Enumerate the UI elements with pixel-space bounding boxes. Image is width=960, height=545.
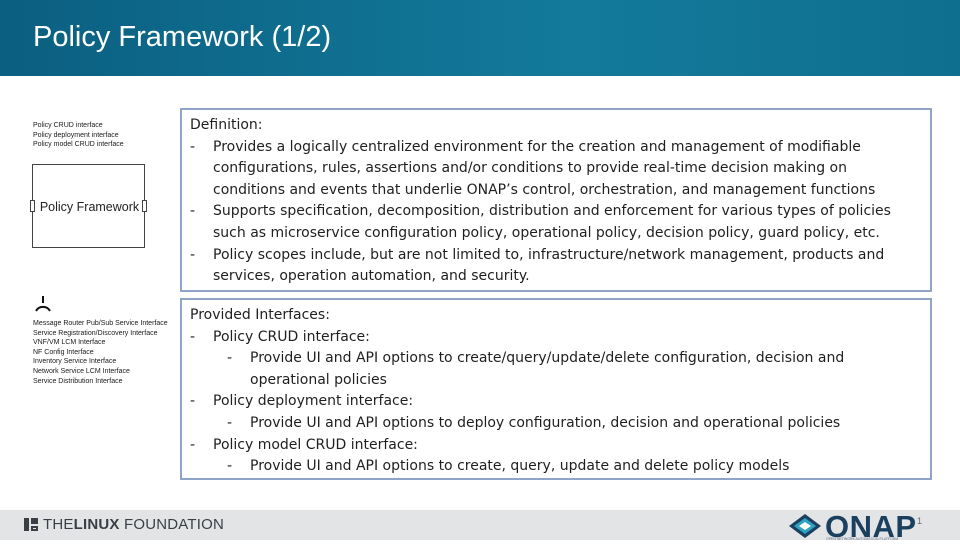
interface-label: Policy deployment interface <box>33 131 119 139</box>
interface-item-label: Policy CRUD interface: <box>213 328 370 345</box>
definition-bullet: - Policy scopes include, but are not lim… <box>190 245 920 288</box>
interface-item-label: Policy deployment interface: <box>213 393 414 410</box>
provided-interfaces-heading: Provided Interfaces: <box>190 307 330 323</box>
bullet-dash: - <box>190 203 196 220</box>
interface-label: Policy CRUD interface <box>33 122 103 129</box>
onap-tagline: OPEN NETWORK AUTOMATION PLATFORM <box>826 537 899 541</box>
interface-sub-text: Provide UI and API options to create/que… <box>250 350 845 388</box>
bottom-interface-list: Message Router Pub/Sub Service Interface… <box>33 319 168 386</box>
interface-sub-item: - Provide UI and API options to create/q… <box>190 348 920 391</box>
top-interface-list: Policy CRUD interface Policy deployment … <box>33 121 124 150</box>
interface-item: - Policy deployment interface: <box>190 391 920 413</box>
definition-box: Definition: - Provides a logically centr… <box>180 108 932 292</box>
bullet-dash: - <box>227 350 233 367</box>
policy-framework-component: Policy Framework <box>30 164 147 248</box>
interface-label: Service Registration/Discovery Interface <box>33 329 158 337</box>
interface-label: VNF/VM LCM Interface <box>33 339 106 347</box>
bullet-text: Policy scopes include, but are not limit… <box>213 246 885 285</box>
linux-foundation-mark-icon <box>24 518 38 531</box>
title-bar: Policy Framework (1/2) <box>0 0 960 76</box>
bullet-dash: - <box>227 414 233 431</box>
interface-sub-item: - Provide UI and API options to deploy c… <box>190 413 920 435</box>
interface-sub-item: - Provide UI and API options to create, … <box>190 456 920 478</box>
interface-label: Policy model CRUD interface <box>33 141 124 149</box>
interface-sub-text: Provide UI and API options to create, qu… <box>250 458 790 475</box>
required-interface-socket-icon <box>35 296 51 312</box>
onap-logo: ONAP OPEN NETWORK AUTOMATION PLATFORM <box>787 509 916 544</box>
bullet-text: Supports specification, decomposition, d… <box>213 203 891 241</box>
bullet-dash: - <box>190 393 196 410</box>
interface-item: - Policy model CRUD interface: <box>190 435 920 457</box>
interface-label: NF Config Interface <box>33 348 94 356</box>
definition-bullet: - Provides a logically centralized envir… <box>190 137 920 202</box>
bullet-dash: - <box>190 246 196 263</box>
linux-foundation-wordmark: THELINUX FOUNDATION <box>43 516 225 533</box>
bullet-text: Provides a logically centralized environ… <box>213 138 876 198</box>
page-number: 1 <box>917 516 923 526</box>
definition-bullet: - Supports specification, decomposition,… <box>190 201 920 244</box>
interface-label: Network Service LCM Interface <box>33 367 130 375</box>
interface-item-label: Policy model CRUD interface: <box>213 436 418 453</box>
interface-sub-text: Provide UI and API options to deploy con… <box>250 414 841 431</box>
interface-label: Inventory Service Interface <box>33 358 117 366</box>
bullet-dash: - <box>190 436 196 453</box>
bullet-dash: - <box>227 458 233 475</box>
linux-foundation-logo: THELINUX FOUNDATION <box>24 516 224 533</box>
interface-label: Message Router Pub/Sub Service Interface <box>33 320 168 327</box>
bullet-dash: - <box>190 138 196 155</box>
onap-diamond-icon <box>789 514 821 538</box>
bullet-dash: - <box>190 328 196 345</box>
definition-heading: Definition: <box>190 117 263 133</box>
component-label: Policy Framework <box>39 200 140 214</box>
interface-label: Service Distribution Interface <box>33 377 123 385</box>
slide-title: Policy Framework (1/2) <box>33 21 332 53</box>
provided-interfaces-box: Provided Interfaces: - Policy CRUD inter… <box>180 298 932 480</box>
interface-item: - Policy CRUD interface: <box>190 327 920 349</box>
